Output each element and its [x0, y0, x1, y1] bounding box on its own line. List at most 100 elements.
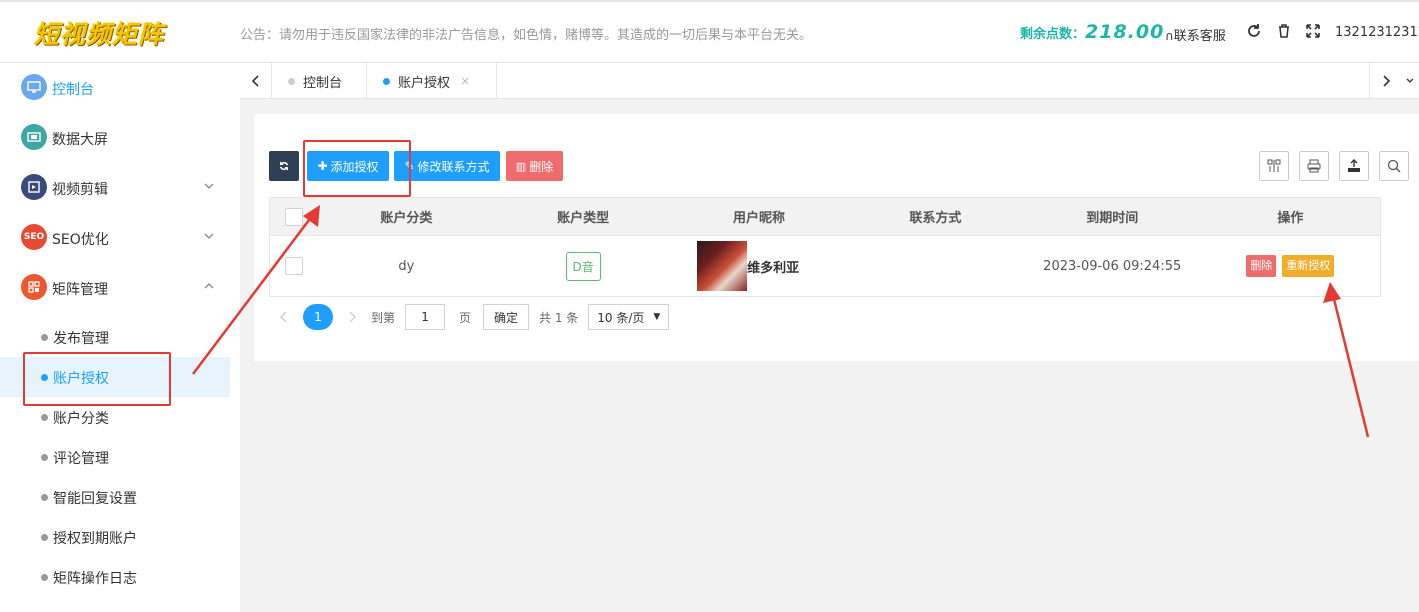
table-row: dy D音 维多利亚 2023-09-06 09:24:55 删除 重新授权: [269, 235, 1381, 297]
search-button[interactable]: [1379, 151, 1409, 181]
tab-scroll-right[interactable]: [1369, 63, 1401, 99]
sidebar-item-label: 视频剪辑: [52, 182, 108, 198]
row-select-cell: [269, 235, 318, 297]
sidebar-subitem-comments[interactable]: 评论管理: [0, 437, 230, 477]
trash-icon: ▥: [515, 159, 527, 173]
support-label: 联系客服: [1173, 29, 1226, 44]
points-label: 剩余点数：: [1020, 27, 1086, 42]
bullet-icon: [41, 334, 48, 341]
screen-icon: [21, 124, 47, 150]
sidebar-subitem-logs[interactable]: 矩阵操作日志: [0, 557, 230, 597]
sidebar-item-matrix[interactable]: 矩阵管理: [0, 268, 230, 308]
columns-filter-button[interactable]: [1259, 151, 1289, 181]
sidebar-item-video-edit[interactable]: 视频剪辑: [0, 168, 230, 208]
cell-category: dy: [317, 235, 496, 297]
chevron-down-icon: [204, 233, 214, 239]
sidebar-item-label: 控制台: [52, 82, 94, 98]
sidebar-item-data-screen[interactable]: 数据大屏: [0, 118, 230, 158]
close-icon[interactable]: ×: [460, 74, 470, 88]
reauth-button[interactable]: 重新授权: [1282, 255, 1335, 277]
next-page-icon[interactable]: [347, 310, 357, 324]
sidebar-subitem-expired[interactable]: 授权到期账户: [0, 517, 230, 557]
delete-label: 删除: [529, 159, 554, 174]
cell-actions: 删除 重新授权: [1200, 235, 1381, 297]
annotation-box-add: [303, 140, 411, 197]
subitem-label: 发布管理: [53, 331, 109, 347]
col-header: 到期时间: [1023, 197, 1201, 236]
platform-tag: D音: [565, 251, 601, 281]
bullet-icon: [41, 534, 48, 541]
print-button[interactable]: [1299, 151, 1329, 181]
fullscreen-icon[interactable]: [1305, 23, 1321, 39]
pagination: 1 到第 1 页 确定 共 1 条 10 条/页 ▼: [279, 303, 670, 331]
refresh-icon[interactable]: [1246, 23, 1262, 39]
sidebar-item-label: 矩阵管理: [52, 282, 108, 298]
row-delete-button[interactable]: 删除: [1246, 255, 1277, 277]
tab-console[interactable]: 控制台: [272, 63, 367, 99]
subitem-label: 矩阵操作日志: [53, 571, 137, 587]
goto-label: 到第: [371, 310, 396, 325]
points-value: 218.00: [1085, 21, 1165, 43]
bullet-icon: [41, 494, 48, 501]
row-checkbox[interactable]: [284, 257, 303, 275]
chevron-down-icon: [1406, 78, 1414, 83]
chevron-right-icon: [1382, 75, 1390, 87]
col-header: 账户分类: [317, 197, 496, 236]
modify-contact-label: 修改联系方式: [417, 159, 490, 174]
refresh-button[interactable]: [269, 151, 299, 181]
page-current[interactable]: 1: [303, 304, 333, 330]
cell-type: D音: [495, 235, 672, 297]
page-unit-label: 页: [459, 310, 472, 325]
tab-dot-icon: [383, 77, 390, 85]
trash-icon[interactable]: [1276, 23, 1292, 39]
sidebar: 控制台 数据大屏 视频剪辑 SEO SEO优化 矩阵管理 发布管理 账户授权 账…: [0, 63, 240, 612]
tab-bar: 控制台 账户授权 ×: [240, 63, 1419, 99]
headset-icon: ∩: [1165, 29, 1174, 43]
caret-down-icon: ▼: [653, 312, 661, 322]
total-count: 共 1 条: [539, 310, 579, 325]
tab-scroll-left[interactable]: [240, 63, 272, 99]
page-input[interactable]: 1: [405, 304, 446, 330]
delete-button[interactable]: ▥ 删除: [506, 151, 563, 181]
sidebar-subitem-publish[interactable]: 发布管理: [0, 317, 230, 357]
sidebar-item-seo[interactable]: SEO SEO优化: [0, 218, 230, 258]
content-card: ✚ 添加授权 ✎ 修改联系方式 ▥ 删除 账户分类 账户类型 用户昵称 联系方式 到期…: [254, 114, 1419, 361]
select-all-checkbox[interactable]: [284, 207, 303, 226]
goto-confirm-button[interactable]: 确定: [483, 304, 530, 330]
sidebar-item-label: SEO优化: [52, 232, 109, 248]
chevron-up-icon: [204, 283, 214, 289]
grid-icon: [21, 274, 47, 300]
subitem-label: 智能回复设置: [53, 491, 137, 507]
cell-expire: 2023-09-06 09:24:55: [1023, 235, 1201, 297]
tab-account-auth[interactable]: 账户授权 ×: [367, 63, 497, 99]
chevron-down-icon: [204, 183, 214, 189]
cell-nickname: 维多利亚: [671, 235, 847, 297]
prev-page-icon[interactable]: [279, 310, 289, 324]
bullet-icon: [41, 414, 48, 421]
points-display: 剩余点数：218.00: [1020, 21, 1164, 43]
accounts-table: 账户分类 账户类型 用户昵称 联系方式 到期时间 操作 dy D音 维多利亚 2…: [269, 197, 1381, 297]
refresh-icon: [279, 161, 289, 171]
tab-menu-dropdown[interactable]: [1401, 63, 1419, 99]
search-icon: [1387, 159, 1401, 173]
subitem-label: 授权到期账户: [53, 531, 137, 547]
video-edit-icon: [21, 174, 47, 200]
col-header: 联系方式: [846, 197, 1024, 236]
per-page-select[interactable]: 10 条/页 ▼: [588, 304, 670, 330]
bullet-icon: [41, 454, 48, 461]
sidebar-item-console[interactable]: 控制台: [0, 68, 230, 108]
top-header: 短视频矩阵 公告：请勿用于违反国家法律的非法广告信息，如色情，赌博等。其造成的一…: [0, 0, 1419, 63]
export-button[interactable]: [1339, 151, 1369, 181]
col-header: 操作: [1200, 197, 1381, 236]
support-link[interactable]: ∩联系客服: [1165, 25, 1226, 44]
printer-icon: [1307, 159, 1321, 173]
app-logo[interactable]: 短视频矩阵: [34, 15, 164, 51]
seo-icon: SEO: [21, 224, 47, 250]
col-header: 用户昵称: [671, 197, 847, 236]
user-phone[interactable]: 13212312312: [1335, 25, 1419, 40]
export-icon: [1348, 159, 1360, 172]
sidebar-subitem-smart-reply[interactable]: 智能回复设置: [0, 477, 230, 517]
notice-text: 公告：请勿用于违反国家法律的非法广告信息，如色情，赌博等。其造成的一切后果与本平…: [240, 28, 813, 43]
cell-contact: [846, 235, 1024, 297]
sidebar-item-label: 数据大屏: [52, 132, 108, 148]
